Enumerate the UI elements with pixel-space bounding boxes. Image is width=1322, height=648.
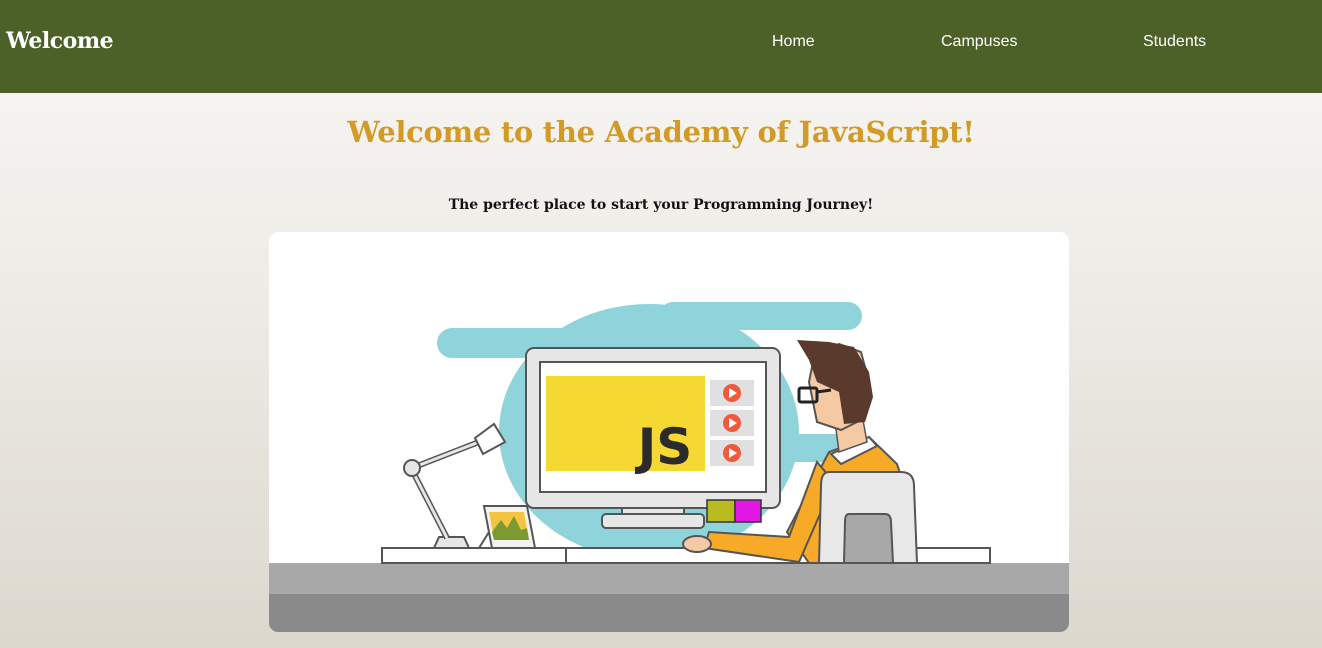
js-logo-text: JS: [635, 418, 693, 476]
nav-link-home[interactable]: Home: [772, 33, 815, 51]
nav-link-students[interactable]: Students: [1143, 33, 1206, 51]
page-title: Welcome to the Academy of JavaScript!: [347, 115, 975, 149]
hero-illustration: JS: [269, 232, 1069, 632]
page-subtitle: The perfect place to start your Programm…: [448, 197, 874, 213]
nav-link-campuses[interactable]: Campuses: [941, 33, 1017, 51]
top-navbar: Welcome Home Campuses Students: [0, 0, 1322, 93]
monitor-icon: JS: [525, 347, 781, 529]
brand-title[interactable]: Welcome: [6, 28, 114, 54]
